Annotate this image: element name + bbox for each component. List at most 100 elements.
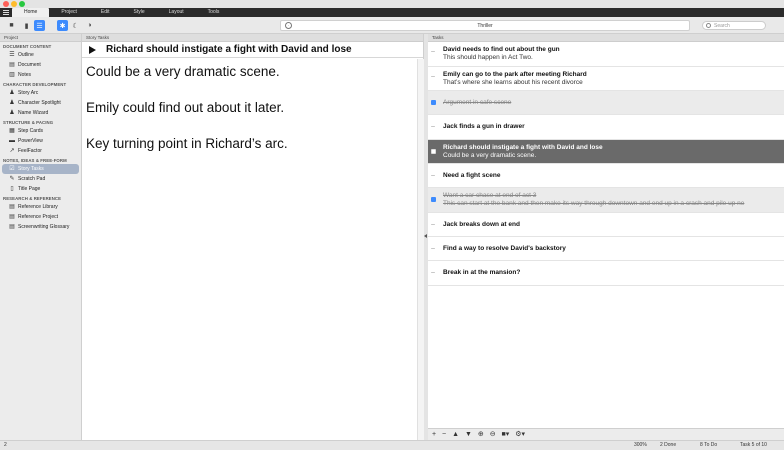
sidebar-item-label: Screenwriting Glossary xyxy=(18,224,70,230)
sidebar: Project DOCUMENT CONTENT ☰ Outline ▤ Docum… xyxy=(0,34,82,440)
task-checkbox[interactable] xyxy=(431,51,435,52)
task-row-title: Need a fight scene xyxy=(443,172,501,179)
status-bar: 2 300% 2 Done 8 To Do Task 5 of 10 xyxy=(0,440,784,450)
tab-project[interactable]: Project xyxy=(49,8,89,17)
zoom-out-icon[interactable]: ⊖ xyxy=(490,431,496,438)
tab-home[interactable]: Home xyxy=(12,8,50,17)
task-checkbox[interactable] xyxy=(431,149,436,154)
zoom-window-button[interactable] xyxy=(19,1,25,7)
sidebar-header: Project xyxy=(0,34,81,42)
video-camera-icon[interactable]: ■ xyxy=(6,20,17,31)
sidebar-item-screenwriting-glossary[interactable]: ▤ Screenwriting Glossary xyxy=(0,222,81,232)
sidebar-item-label: Notes xyxy=(18,72,32,78)
sidebar-item-story-arc[interactable]: ♟ Story Arc xyxy=(0,88,81,98)
sidebar-item-label: Document xyxy=(18,62,41,68)
sidebar-item-name-wizard[interactable]: ♟ Name Wizard xyxy=(0,108,81,118)
contrast-icon[interactable]: ◑ xyxy=(84,20,95,31)
toolbar: ■ ▮ ☰ ✱ ☾ ◑ · Thriller Search xyxy=(0,17,784,34)
section-title: NOTES, IDEAS & FREE-FORM xyxy=(3,158,67,163)
sidebar-item-reference-project[interactable]: ▤ Reference Project xyxy=(0,212,81,222)
task-checkbox[interactable] xyxy=(431,248,435,249)
sidebar-item-title-page[interactable]: ▯ Title Page xyxy=(0,184,81,194)
task-list-footer: + − ▲ ▼ ⊕ ⊖ ■▾ ⚙▾ xyxy=(428,428,784,440)
task-checkbox-checked[interactable] xyxy=(431,197,436,202)
sidebar-item-label: Title Page xyxy=(18,186,41,192)
page-icon: ▯ xyxy=(10,186,14,192)
tab-edit[interactable]: Edit xyxy=(89,8,122,17)
task-checkbox[interactable] xyxy=(431,272,435,273)
sidebar-item-powerview[interactable]: ▬ PowerView xyxy=(0,136,81,146)
document-title: Thriller xyxy=(477,23,493,29)
task-row-title: Emily can go to the park after meeting R… xyxy=(443,71,587,78)
tab-style[interactable]: Style xyxy=(122,8,157,17)
editor-header: Story Tasks xyxy=(82,34,423,42)
sidebar-item-label: PowerView xyxy=(18,138,43,144)
color-picker-icon[interactable]: ■▾ xyxy=(502,431,510,438)
editor-scrollbar[interactable] xyxy=(417,59,424,440)
tab-layout[interactable]: Layout xyxy=(157,8,196,17)
remove-task-icon[interactable]: − xyxy=(442,431,446,438)
task-row-title: Argument in cafe scene xyxy=(443,99,512,106)
zoom-in-icon[interactable]: ⊕ xyxy=(478,431,484,438)
task-row-note: This can start at the bank and then make… xyxy=(443,200,745,207)
window-titlebar xyxy=(0,0,784,8)
sidebar-item-step-cards[interactable]: ▦ Step Cards xyxy=(0,126,81,136)
sidebar-item-notes[interactable]: ▥ Notes xyxy=(0,70,81,80)
task-checkbox-checked[interactable] xyxy=(431,100,436,105)
task-row[interactable]: Jack finds a gun in drawer xyxy=(428,115,784,140)
book-icon[interactable]: ▮ xyxy=(21,20,32,31)
sun-icon[interactable]: ✱ xyxy=(57,20,68,31)
section-title: DOCUMENT CONTENT xyxy=(3,44,52,49)
sidebar-item-character-spotlight[interactable]: ♟ Character Spotlight xyxy=(0,98,81,108)
moon-icon[interactable]: ☾ xyxy=(70,20,81,31)
pencil-icon: ✎ xyxy=(9,176,15,182)
library-icon: ▤ xyxy=(9,204,15,210)
sidebar-item-scratch-pad[interactable]: ✎ Scratch Pad xyxy=(0,174,81,184)
sidebar-item-story-tasks[interactable]: ☑ Story Tasks xyxy=(2,164,79,174)
move-down-icon[interactable]: ▼ xyxy=(465,431,472,438)
task-checkbox[interactable] xyxy=(431,126,435,127)
task-row[interactable]: Argument in cafe scene xyxy=(428,91,784,115)
cards-icon: ▦ xyxy=(9,128,15,134)
collapse-arrow-icon[interactable] xyxy=(424,234,427,238)
task-row[interactable]: Need a fight scene xyxy=(428,164,784,188)
task-title-field[interactable]: Richard should instigate a fight with Da… xyxy=(82,42,423,58)
task-row[interactable]: Emily can go to the park after meeting R… xyxy=(428,67,784,91)
task-row-note: That’s where she learns about his recent… xyxy=(443,79,583,86)
sidebar-item-label: Scratch Pad xyxy=(18,176,46,182)
sidebar-item-label: Story Tasks xyxy=(18,166,44,172)
task-position: Task 5 of 10 xyxy=(740,442,767,448)
search-placeholder: Search xyxy=(714,23,730,29)
zoom-level[interactable]: 300% xyxy=(634,441,647,450)
task-row[interactable]: Find a way to resolve David's backstory xyxy=(428,237,784,261)
task-row[interactable]: Break in at the mansion? xyxy=(428,261,784,286)
task-checkbox[interactable] xyxy=(431,175,435,176)
tab-tools[interactable]: Tools xyxy=(196,8,232,17)
task-row[interactable]: Jack breaks down at end xyxy=(428,213,784,237)
close-window-button[interactable] xyxy=(3,1,9,7)
sidebar-item-feelfactor[interactable]: ↗ FeelFactor xyxy=(0,146,81,156)
play-icon[interactable] xyxy=(89,46,96,54)
task-notes-textarea[interactable]: Could be a very dramatic scene. Emily co… xyxy=(82,59,417,440)
hamburger-menu-icon[interactable] xyxy=(0,8,12,17)
sidebar-item-document[interactable]: ▤ Document xyxy=(0,60,81,70)
person-icon: ♟ xyxy=(9,90,15,96)
document-title-field[interactable]: · Thriller xyxy=(280,20,690,31)
todo-count: 8 To Do xyxy=(700,442,718,448)
sidebar-item-label: Step Cards xyxy=(18,128,44,134)
task-row[interactable]: Want a car chase at end of act 3 This ca… xyxy=(428,188,784,213)
minimize-window-button[interactable] xyxy=(11,1,17,7)
move-up-icon[interactable]: ▲ xyxy=(452,431,459,438)
task-row[interactable]: David needs to find out about the gun Th… xyxy=(428,42,784,67)
task-row-selected[interactable]: Richard should instigate a fight with Da… xyxy=(428,140,784,164)
sidebar-item-outline[interactable]: ☰ Outline xyxy=(0,50,81,60)
document-view-icon[interactable]: ☰ xyxy=(34,20,45,31)
gear-icon[interactable]: ⚙▾ xyxy=(515,431,525,438)
search-input[interactable]: Search xyxy=(702,21,766,30)
task-checkbox[interactable] xyxy=(431,224,435,225)
sidebar-item-reference-library[interactable]: ▤ Reference Library xyxy=(0,202,81,212)
task-row-title: Want a car chase at end of act 3 xyxy=(443,192,537,199)
add-task-icon[interactable]: + xyxy=(432,431,436,438)
done-count: 2 Done xyxy=(660,442,677,448)
task-checkbox[interactable] xyxy=(431,76,435,77)
